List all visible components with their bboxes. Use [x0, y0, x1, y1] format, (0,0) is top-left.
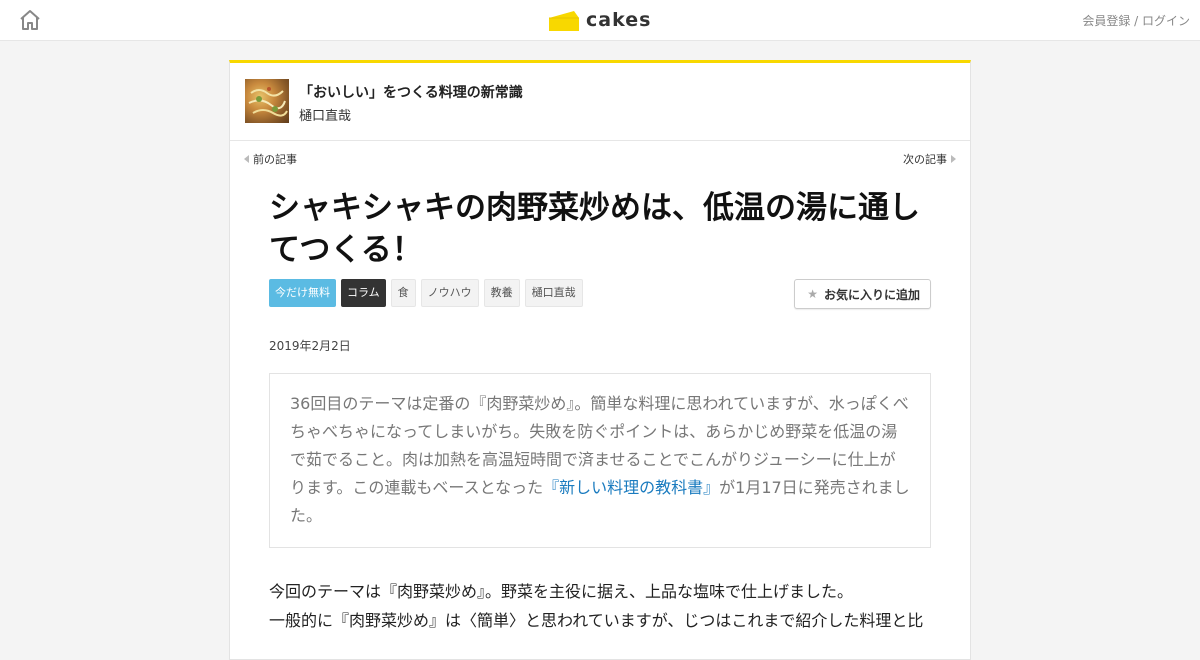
- article-card: 「おいしい」をつくる料理の新常識 樋口直哉 前の記事 次の記事 シャキシャキの肉…: [229, 60, 971, 660]
- tag-free[interactable]: 今だけ無料: [269, 279, 336, 307]
- series-title[interactable]: 「おいしい」をつくる料理の新常識: [299, 82, 523, 102]
- series-header[interactable]: 「おいしい」をつくる料理の新常識 樋口直哉: [230, 63, 970, 141]
- series-thumbnail[interactable]: [245, 79, 289, 123]
- article-title: シャキシャキの肉野菜炒めは、低温の湯に通してつくる！: [269, 190, 920, 268]
- article-lead: 36回目のテーマは定番の『肉野菜炒め』。簡単な料理に思われていますが、水っぽくべ…: [269, 373, 931, 548]
- tag-author[interactable]: 樋口直哉: [524, 279, 583, 307]
- food-image: [248, 87, 288, 117]
- star-icon: ★: [807, 287, 818, 301]
- tag-knowhow[interactable]: ノウハウ: [420, 279, 479, 307]
- article-body: 今回のテーマは『肉野菜炒め』。野菜を主役に据え、上品な塩味で仕上げました。 一般…: [269, 577, 939, 635]
- add-favorite-button[interactable]: ★ お気に入りに追加: [794, 279, 931, 309]
- next-article-link[interactable]: 次の記事: [903, 151, 956, 167]
- body-paragraph: 今回のテーマは『肉野菜炒め』。野菜を主役に据え、上品な塩味で仕上げました。: [269, 582, 854, 601]
- chevron-left-icon: [244, 155, 249, 163]
- tag-food[interactable]: 食: [390, 279, 416, 307]
- cake-icon: [549, 11, 579, 31]
- chevron-right-icon: [951, 155, 956, 163]
- publish-date: 2019年2月2日: [269, 339, 351, 353]
- login-link[interactable]: 会員登録 / ログイン: [1082, 12, 1190, 29]
- logo-text: cakes: [586, 9, 652, 31]
- tag-culture[interactable]: 教養: [483, 279, 520, 307]
- cakes-logo[interactable]: cakes: [548, 6, 651, 34]
- home-icon[interactable]: [18, 8, 42, 32]
- next-article-label: 次の記事: [903, 153, 947, 166]
- book-link[interactable]: 『新しい料理の教科書』: [543, 478, 719, 497]
- series-author[interactable]: 樋口直哉: [299, 105, 351, 124]
- body-paragraph: 一般的に『肉野菜炒め』は〈簡単〉と思われていますが、じつはこれまで紹介した料理と…: [269, 611, 924, 630]
- prev-article-link[interactable]: 前の記事: [244, 151, 297, 167]
- tag-column[interactable]: コラム: [341, 279, 386, 307]
- prev-article-label: 前の記事: [253, 153, 297, 166]
- tag-list: 今だけ無料 コラム 食 ノウハウ 教養 樋口直哉: [269, 279, 583, 307]
- add-favorite-label: お気に入りに追加: [823, 287, 920, 302]
- top-bar: cakes 会員登録 / ログイン: [0, 0, 1200, 41]
